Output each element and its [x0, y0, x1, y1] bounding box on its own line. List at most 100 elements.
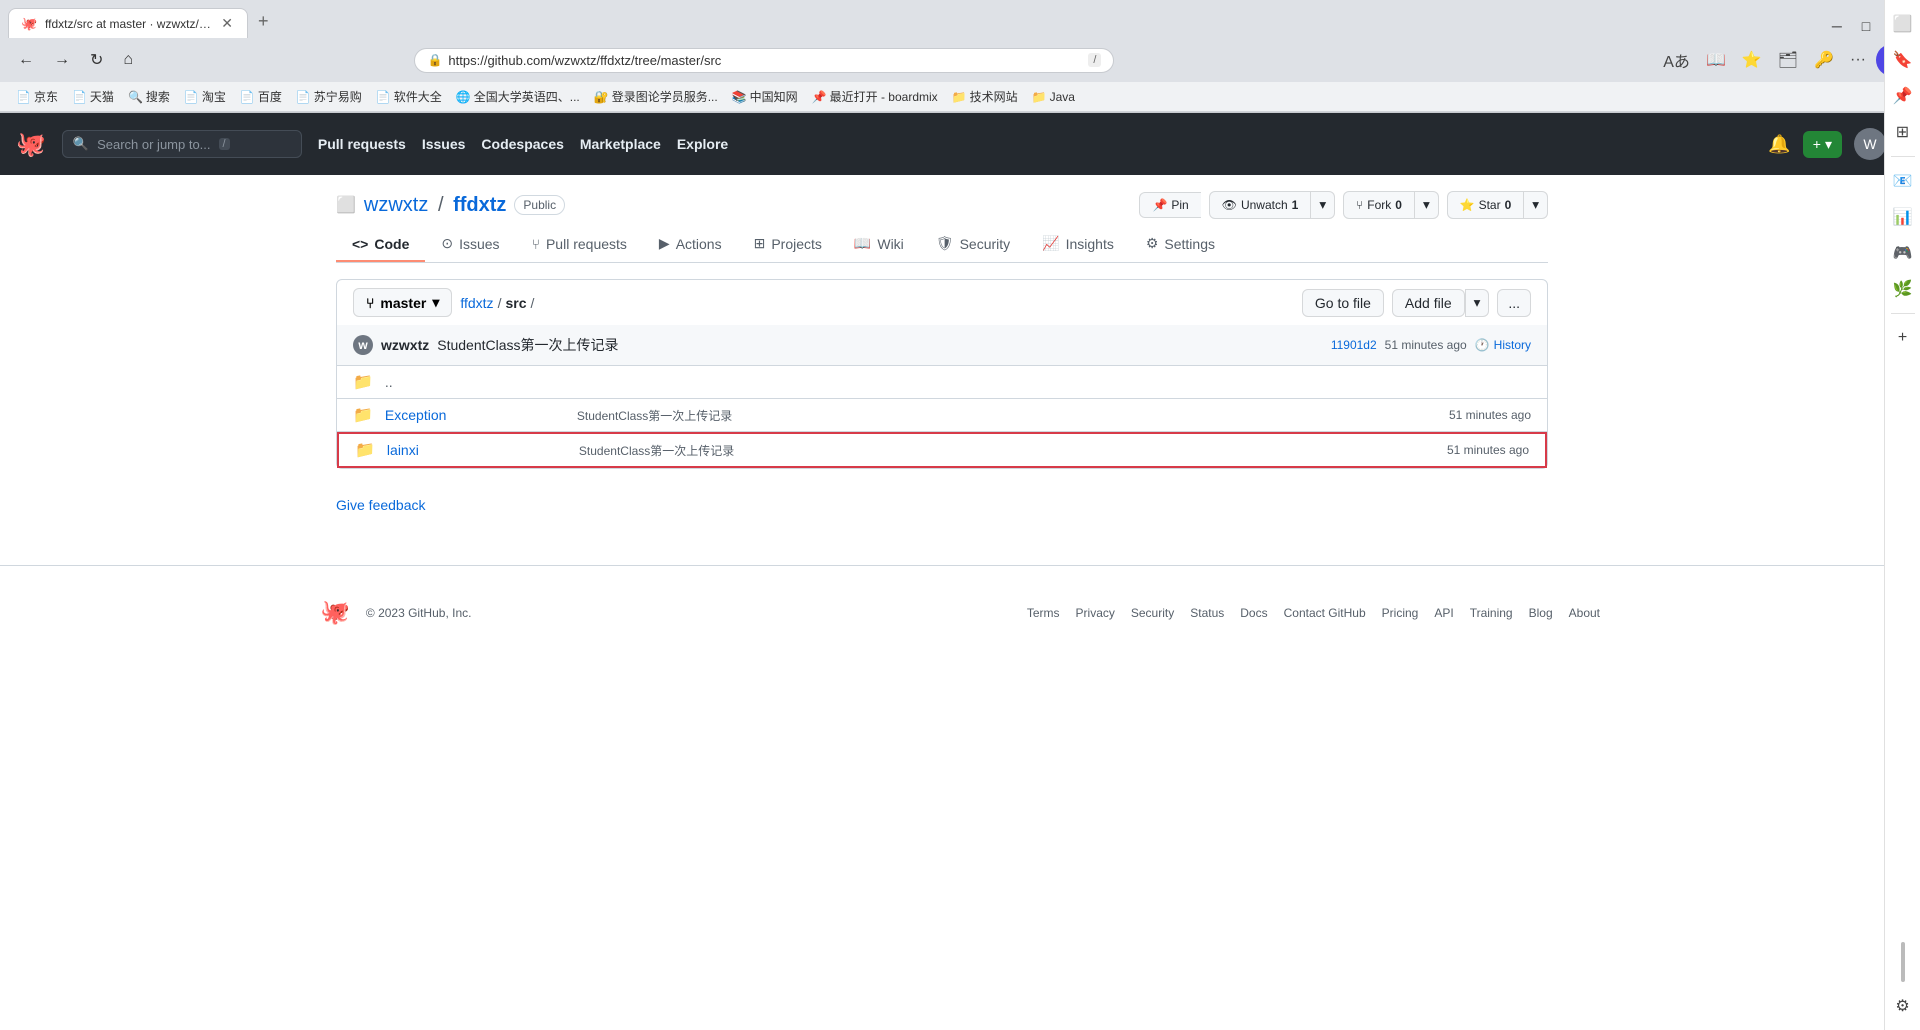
footer-link-privacy[interactable]: Privacy [1076, 606, 1115, 620]
footer-link-security[interactable]: Security [1131, 606, 1174, 620]
fork-button[interactable]: ⑂ Fork 0 [1343, 191, 1414, 219]
commit-hash-link[interactable]: 11901d2 [1331, 338, 1377, 352]
bookmark-tmall[interactable]: 📄 天猫 [68, 86, 118, 107]
tab-insights[interactable]: 📈 Insights [1026, 227, 1130, 262]
folder-link-lainxi[interactable]: lainxi [387, 442, 567, 458]
bookmark-cnki[interactable]: 📚 中国知网 [728, 86, 802, 107]
code-icon: <> [352, 236, 368, 252]
tab-wiki[interactable]: 📖 Wiki [838, 227, 920, 262]
fork-button-group: ⑂ Fork 0 ▾ [1343, 191, 1439, 219]
branch-selector[interactable]: ⑂ master ▾ [353, 288, 452, 317]
nav-pull-requests[interactable]: Pull requests [318, 136, 406, 152]
add-file-dropdown-button[interactable]: ▾ [1465, 289, 1490, 317]
refresh-button[interactable]: ↻ [84, 46, 109, 74]
reader-button[interactable]: 📖 [1700, 46, 1732, 74]
footer-link-api[interactable]: API [1434, 606, 1453, 620]
pin-button[interactable]: 📌 Pin [1139, 192, 1200, 218]
edge-add-button[interactable]: + [1887, 322, 1919, 354]
tab-issues[interactable]: ⊙ Issues [425, 227, 515, 262]
footer-link-about[interactable]: About [1569, 606, 1600, 620]
bookmark-search[interactable]: 🔍 搜索 [124, 86, 174, 107]
footer-link-docs[interactable]: Docs [1240, 606, 1267, 620]
fork-dropdown-button[interactable]: ▾ [1414, 191, 1439, 219]
edge-outlook-button[interactable]: 📧 [1887, 165, 1919, 197]
nav-codespaces[interactable]: Codespaces [481, 136, 563, 152]
home-button[interactable]: ⌂ [117, 47, 139, 73]
active-tab[interactable]: 🐙 ffdxtz/src at master · wzwxtz/ffd... ✕ [8, 8, 248, 38]
tab-settings[interactable]: ⚙ Settings [1130, 227, 1231, 262]
browser-action-buttons: Aあ 📖 ⭐ 🗂 🔑 ··· M [1657, 44, 1908, 76]
bookmark-software[interactable]: 📄 软件大全 [372, 86, 446, 107]
tab-actions[interactable]: ▶ Actions [643, 227, 738, 262]
new-tab-button[interactable]: + [250, 11, 277, 38]
tab-code[interactable]: <> Code [336, 227, 425, 262]
commit-author-link[interactable]: wzwxtz [381, 337, 429, 353]
bookmark-java[interactable]: 📁 Java [1028, 88, 1079, 106]
nav-explore[interactable]: Explore [677, 136, 728, 152]
footer-link-contact[interactable]: Contact GitHub [1284, 606, 1366, 620]
notification-bell-icon[interactable]: 🔔 [1768, 134, 1790, 155]
more-options-button[interactable]: ... [1497, 289, 1531, 317]
maximize-button[interactable]: □ [1856, 14, 1876, 38]
footer-link-blog[interactable]: Blog [1529, 606, 1553, 620]
tab-security[interactable]: 🛡 Security [920, 227, 1026, 262]
more-tools-button[interactable]: ··· [1844, 47, 1872, 73]
tab-pull-requests[interactable]: ⑂ Pull requests [516, 227, 643, 262]
edge-collections-button[interactable]: 📌 [1887, 80, 1919, 112]
parent-dir-link[interactable]: .. [385, 374, 565, 390]
add-file-button[interactable]: Add file [1392, 289, 1465, 317]
sidebar-settings-button[interactable]: ⚙ [1887, 990, 1919, 1022]
url-input[interactable] [448, 53, 1082, 68]
security-icon: 🛡 [936, 235, 954, 252]
path-repo-link[interactable]: ffdxtz [460, 295, 493, 311]
minimize-button[interactable]: ─ [1826, 14, 1848, 38]
history-link[interactable]: 🕐 History [1475, 338, 1531, 352]
unwatch-dropdown-button[interactable]: ▾ [1310, 191, 1335, 219]
collections-button[interactable]: 🗂 [1772, 46, 1804, 74]
github-logo[interactable]: 🐙 [16, 130, 46, 159]
commit-time: 51 minutes ago [1385, 338, 1467, 352]
translate-button[interactable]: Aあ [1657, 44, 1696, 76]
star-dropdown-button[interactable]: ▾ [1523, 191, 1548, 219]
star-button[interactable]: ⭐ Star 0 [1447, 191, 1524, 219]
bookmark-baidu[interactable]: 📄 百度 [236, 86, 286, 107]
edge-tools-2-button[interactable]: 🌿 [1887, 273, 1919, 305]
bookmark-boardmix[interactable]: 📌 最近打开 - boardmix [808, 86, 942, 107]
tab-projects[interactable]: ⊞ Projects [738, 227, 838, 262]
footer-link-status[interactable]: Status [1190, 606, 1224, 620]
unwatch-button[interactable]: 👁 Unwatch 1 [1209, 191, 1311, 219]
go-to-file-button[interactable]: Go to file [1302, 289, 1384, 317]
settings-button[interactable]: 🔑 [1808, 46, 1840, 74]
create-new-button[interactable]: +▾ [1803, 131, 1842, 158]
bookmark-taobao[interactable]: 📄 淘宝 [180, 86, 230, 107]
tab-close-button[interactable]: ✕ [219, 15, 235, 32]
back-button[interactable]: ← [12, 47, 40, 73]
sidebar-divider-2 [1891, 313, 1915, 314]
user-avatar[interactable]: W [1854, 128, 1886, 160]
repo-container: ⬜ wzwxtz / ffdxtz Public 📌 Pin 👁 Unwatch… [320, 175, 1600, 525]
edge-copilot-button[interactable]: ⬜ [1887, 8, 1919, 40]
edge-office-button[interactable]: 📊 [1887, 201, 1919, 233]
forward-button[interactable]: → [48, 47, 76, 73]
edge-favorites-button[interactable]: 🔖 [1887, 44, 1919, 76]
edge-tools-1-button[interactable]: 🎮 [1887, 237, 1919, 269]
bookmark-suning[interactable]: 📄 苏宁易购 [292, 86, 366, 107]
repo-link[interactable]: ffdxtz [453, 194, 506, 216]
favorites-button[interactable]: ⭐ [1736, 46, 1768, 74]
search-bar[interactable]: 🔍 Search or jump to... / [62, 130, 302, 158]
url-bar[interactable]: 🔒 / [414, 48, 1114, 73]
nav-marketplace[interactable]: Marketplace [580, 136, 661, 152]
bookmark-tulon[interactable]: 🔐 登录图论学员服务... [590, 86, 722, 107]
give-feedback-link[interactable]: Give feedback [336, 497, 426, 513]
folder-link-exception[interactable]: Exception [385, 407, 565, 423]
footer-link-terms[interactable]: Terms [1027, 606, 1060, 620]
footer-link-pricing[interactable]: Pricing [1382, 606, 1419, 620]
bookmark-jd[interactable]: 📄 京东 [12, 86, 62, 107]
edge-workspaces-button[interactable]: ⊞ [1887, 116, 1919, 148]
footer-link-training[interactable]: Training [1470, 606, 1513, 620]
bookmark-english[interactable]: 🌐 全国大学英语四、... [452, 86, 584, 107]
owner-link[interactable]: wzwxtz [364, 194, 428, 216]
bookmark-tech[interactable]: 📁 技术网站 [948, 86, 1022, 107]
actions-icon: ▶ [659, 235, 670, 252]
nav-issues[interactable]: Issues [422, 136, 466, 152]
